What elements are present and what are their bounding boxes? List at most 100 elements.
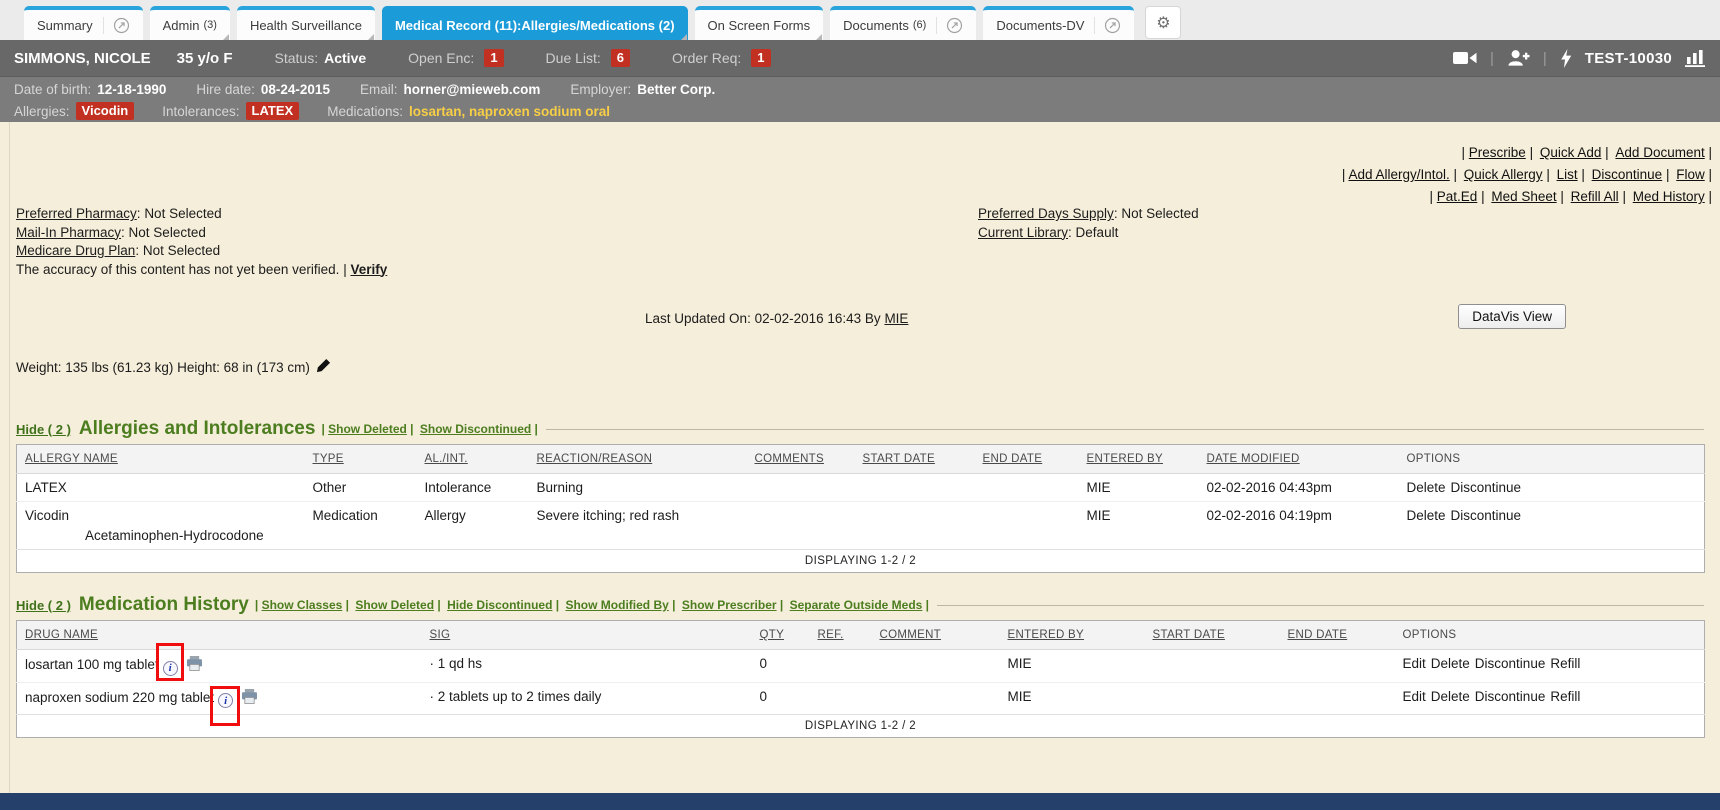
- col-end-date[interactable]: END DATE: [975, 445, 1079, 474]
- tab-medical-record[interactable]: Medical Record (11):Allergies/Medication…: [382, 6, 688, 40]
- start-date-cell: [1145, 650, 1280, 683]
- mail-in-pharmacy-link[interactable]: Mail-In Pharmacy: [16, 225, 121, 240]
- last-updated-user-link[interactable]: MIE: [884, 311, 908, 326]
- link-add-document[interactable]: Add Document: [1615, 145, 1712, 160]
- datavis-view-button[interactable]: DataVis View: [1458, 304, 1566, 329]
- entered-by-cell: MIE: [1000, 682, 1145, 715]
- drug-name[interactable]: naproxen sodium 220 mg tablet: [25, 690, 214, 705]
- delete-link[interactable]: Delete: [1431, 656, 1470, 671]
- show-deleted-link[interactable]: Show Deleted: [328, 422, 413, 436]
- bar-chart-icon[interactable]: [1685, 49, 1706, 67]
- allergy-badge[interactable]: Vicodin: [76, 102, 135, 120]
- drug-info-icon[interactable]: i: [163, 661, 178, 676]
- edit-link[interactable]: Edit: [1403, 689, 1426, 704]
- show-discontinued-link[interactable]: Show Discontinued: [420, 422, 538, 436]
- popout-icon[interactable]: [936, 17, 963, 34]
- drug-info-icon[interactable]: i: [218, 693, 233, 708]
- refill-link[interactable]: Refill: [1550, 689, 1580, 704]
- col-start-date[interactable]: START DATE: [1145, 621, 1280, 650]
- discontinue-link[interactable]: Discontinue: [1451, 508, 1522, 523]
- link-med-sheet[interactable]: Med Sheet: [1491, 189, 1564, 204]
- edit-link[interactable]: Edit: [1403, 656, 1426, 671]
- tab-documents[interactable]: Documents (6): [830, 6, 976, 40]
- separate-outside-meds-link[interactable]: Separate Outside Meds: [790, 598, 929, 612]
- current-library-link[interactable]: Current Library: [978, 225, 1068, 240]
- col-entered-by[interactable]: ENTERED BY: [1079, 445, 1199, 474]
- discontinue-link[interactable]: Discontinue: [1475, 656, 1546, 671]
- print-icon[interactable]: [241, 689, 258, 707]
- tab-documents-dv[interactable]: Documents-DV: [983, 6, 1134, 40]
- link-med-history[interactable]: Med History: [1633, 189, 1712, 204]
- delete-link[interactable]: Delete: [1431, 689, 1470, 704]
- col-drug-name[interactable]: DRUG NAME: [17, 621, 422, 650]
- col-ref[interactable]: REF.: [810, 621, 872, 650]
- popout-icon[interactable]: [103, 17, 130, 34]
- show-prescriber-link[interactable]: Show Prescriber: [682, 598, 783, 612]
- preferred-pharmacy-link[interactable]: Preferred Pharmacy: [16, 206, 137, 221]
- link-quick-add[interactable]: Quick Add: [1540, 145, 1609, 160]
- col-comment[interactable]: COMMENT: [872, 621, 1000, 650]
- medications-hide-link[interactable]: Hide ( 2 ): [16, 598, 71, 613]
- discontinue-link[interactable]: Discontinue: [1475, 689, 1546, 704]
- days-supply-link[interactable]: Preferred Days Supply: [978, 206, 1114, 221]
- link-flow[interactable]: Flow: [1676, 167, 1712, 182]
- open-enc-badge[interactable]: 1: [484, 49, 503, 67]
- link-quick-allergy[interactable]: Quick Allergy: [1464, 167, 1550, 182]
- col-end-date[interactable]: END DATE: [1280, 621, 1395, 650]
- link-refill-all[interactable]: Refill All: [1571, 189, 1626, 204]
- intolerance-badge[interactable]: LATEX: [246, 102, 300, 120]
- preferred-pharmacy-line: Preferred Pharmacy Not Selected: [16, 205, 387, 224]
- popout-icon[interactable]: [1094, 17, 1121, 34]
- link-list[interactable]: List: [1557, 167, 1585, 182]
- col-type[interactable]: TYPE: [305, 445, 417, 474]
- col-al-int[interactable]: AL./INT.: [417, 445, 529, 474]
- link-prescribe[interactable]: Prescribe: [1469, 145, 1533, 160]
- qty-cell: 0: [752, 682, 810, 715]
- col-comments[interactable]: COMMENTS: [747, 445, 855, 474]
- col-reaction[interactable]: REACTION/REASON: [529, 445, 747, 474]
- medications-value[interactable]: losartan, naproxen sodium oral: [409, 104, 610, 119]
- refill-link[interactable]: Refill: [1550, 656, 1580, 671]
- verify-link[interactable]: Verify: [350, 262, 387, 277]
- tab-on-screen-forms[interactable]: On Screen Forms: [695, 6, 824, 40]
- video-camera-icon[interactable]: [1453, 50, 1477, 66]
- allergies-hide-link[interactable]: Hide ( 2 ): [16, 422, 71, 437]
- show-classes-link[interactable]: Show Classes: [262, 598, 349, 612]
- preferred-pharmacy-value: Not Selected: [144, 206, 221, 221]
- settings-gear-icon[interactable]: ⚙︎: [1145, 6, 1181, 39]
- drug-name[interactable]: losartan 100 mg tablet: [25, 657, 159, 672]
- link-pat-ed[interactable]: Pat.Ed: [1437, 189, 1485, 204]
- type-cell: Medication: [305, 502, 417, 550]
- col-sig[interactable]: SIG: [422, 621, 752, 650]
- tab-health-surveillance[interactable]: Health Surveillance: [237, 6, 375, 40]
- allergy-name-cell[interactable]: Vicodin Acetaminophen-Hydrocodone: [17, 502, 305, 550]
- chart-tab-bar: Summary Admin (3) Health Surveillance Me…: [0, 0, 1720, 40]
- link-discontinue[interactable]: Discontinue: [1592, 167, 1670, 182]
- lightning-icon[interactable]: [1560, 49, 1572, 68]
- delete-link[interactable]: Delete: [1407, 480, 1446, 495]
- col-allergy-name[interactable]: ALLERGY NAME: [17, 445, 305, 474]
- tab-summary[interactable]: Summary: [24, 6, 143, 40]
- patient-age-sex: 35 y/o F: [177, 50, 233, 67]
- col-entered-by[interactable]: ENTERED BY: [1000, 621, 1145, 650]
- due-list-badge[interactable]: 6: [611, 49, 630, 67]
- col-start-date[interactable]: START DATE: [855, 445, 975, 474]
- add-user-icon[interactable]: [1507, 49, 1530, 67]
- col-qty[interactable]: QTY: [752, 621, 810, 650]
- hide-discontinued-link[interactable]: Hide Discontinued: [447, 598, 559, 612]
- order-req-badge[interactable]: 1: [751, 49, 770, 67]
- show-deleted-link[interactable]: Show Deleted: [355, 598, 440, 612]
- allergy-name-cell[interactable]: LATEX: [17, 474, 305, 502]
- medicare-drug-plan-link[interactable]: Medicare Drug Plan: [16, 243, 135, 258]
- allergy-row-vicodin: Vicodin Acetaminophen-Hydrocodone Medica…: [17, 502, 1705, 550]
- edit-pencil-icon[interactable]: [316, 358, 331, 376]
- show-modified-by-link[interactable]: Show Modified By: [565, 598, 675, 612]
- rx-preferences-right: Preferred Days SupplyNot Selected Curren…: [978, 205, 1199, 242]
- discontinue-link[interactable]: Discontinue: [1451, 480, 1522, 495]
- link-add-allergy-intol[interactable]: Add Allergy/Intol.: [1348, 167, 1457, 182]
- col-date-modified[interactable]: DATE MODIFIED: [1199, 445, 1399, 474]
- section-rule: [937, 605, 1704, 606]
- delete-link[interactable]: Delete: [1407, 508, 1446, 523]
- print-icon[interactable]: [186, 656, 203, 674]
- tab-admin[interactable]: Admin (3): [150, 6, 230, 40]
